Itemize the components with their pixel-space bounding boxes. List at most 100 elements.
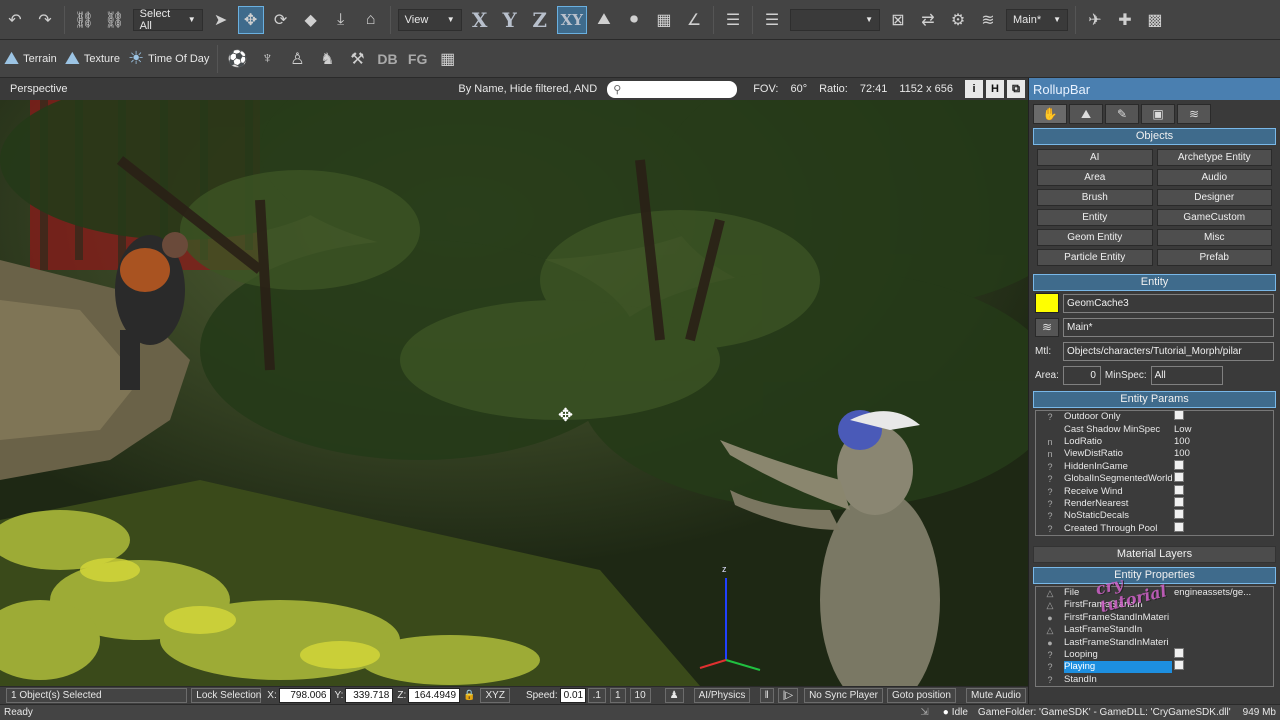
puzzle-icon[interactable]: ✚ <box>1112 6 1138 34</box>
speed-preset-0[interactable]: .1 <box>587 688 606 703</box>
rotate-icon[interactable]: ⟳ <box>268 6 294 34</box>
property-checkbox[interactable] <box>1174 521 1184 532</box>
viewport-search-input[interactable]: ⚲ <box>607 80 738 98</box>
texture-button[interactable]: ⛰ Texture <box>65 48 120 69</box>
terrain-button[interactable]: ⛰ Terrain <box>4 48 57 69</box>
maximize-button[interactable]: ⧉ <box>1007 80 1025 98</box>
property-row[interactable]: ? HiddenInGame <box>1036 459 1273 473</box>
layer-icon[interactable]: ≋ <box>1035 317 1059 337</box>
property-value[interactable] <box>1172 410 1273 424</box>
z-coordinate-input[interactable]: 164.4949 <box>408 688 461 703</box>
helpers-button[interactable]: H <box>986 80 1004 98</box>
grid-view-icon[interactable]: ▩ <box>1142 6 1168 34</box>
ai-person-icon[interactable]: ♙ <box>284 45 310 73</box>
property-row[interactable]: ? GlobalInSegmentedWorld <box>1036 472 1273 485</box>
entity-header[interactable]: Entity <box>1033 274 1276 291</box>
layer-icon[interactable]: ≋ <box>975 6 1001 34</box>
terrain-snap-icon[interactable]: ⛰ <box>591 6 617 34</box>
mute-audio-button[interactable]: Mute Audio <box>965 688 1026 703</box>
perspective-viewport[interactable]: z ✥ <box>0 100 1028 686</box>
entity-color-swatch[interactable] <box>1035 293 1059 313</box>
snap-icon[interactable]: ⌂ <box>358 6 384 34</box>
property-value[interactable]: 100 <box>1172 436 1273 448</box>
tab-layers-icon[interactable]: ≋ <box>1177 104 1211 124</box>
entity-layer-field[interactable]: Main* <box>1063 317 1274 337</box>
property-checkbox[interactable] <box>1174 484 1184 495</box>
entity-name-field[interactable]: GeomCache3 <box>1063 293 1274 313</box>
pause-icon[interactable]: ‖ <box>759 688 774 703</box>
tab-modelling-icon[interactable]: ✎ <box>1105 104 1139 124</box>
tab-display-icon[interactable]: ▣ <box>1141 104 1175 124</box>
vehicle-icon[interactable]: ⚒ <box>344 45 370 73</box>
object-button-audio[interactable]: Audio <box>1156 169 1272 186</box>
object-list-icon[interactable]: ☰ <box>759 6 785 34</box>
object-button-particle-entity[interactable]: Particle Entity <box>1037 249 1153 266</box>
property-value[interactable] <box>1172 660 1273 674</box>
property-row[interactable]: ? NoStaticDecals <box>1036 509 1273 522</box>
property-row[interactable]: ● LastFrameStandInMateri <box>1036 636 1273 648</box>
physics-ball-icon[interactable]: ⚽ <box>224 45 250 73</box>
entity-params-header[interactable]: Entity Params <box>1033 391 1276 408</box>
property-row[interactable]: ? Looping <box>1036 648 1273 661</box>
viewport-mode-label[interactable]: Perspective <box>0 83 67 95</box>
property-checkbox[interactable] <box>1174 496 1184 507</box>
material-layers-header[interactable]: Material Layers <box>1033 545 1276 563</box>
axis-xy-button[interactable]: XY <box>556 5 587 34</box>
character-icon[interactable]: ♆ <box>254 45 280 73</box>
animation-person-icon[interactable]: ♞ <box>314 45 340 73</box>
object-button-gamecustom[interactable]: GameCustom <box>1156 209 1272 226</box>
redo-icon[interactable]: ↷ <box>32 6 58 34</box>
property-row[interactable]: △ LastFrameStandIn <box>1036 624 1273 636</box>
xyz-button[interactable]: XYZ <box>480 688 510 703</box>
step-icon[interactable]: |▷ <box>777 688 799 703</box>
property-checkbox[interactable] <box>1174 660 1184 671</box>
property-row[interactable]: Cast Shadow MinSpec Low <box>1036 423 1273 435</box>
speed-input[interactable]: 0.01 <box>559 688 586 703</box>
property-checkbox[interactable] <box>1174 459 1184 470</box>
view-dropdown[interactable]: View ▼ <box>397 8 462 31</box>
layer-dropdown[interactable]: Main* ▼ <box>1005 8 1068 31</box>
speed-preset-2[interactable]: 10 <box>629 688 651 703</box>
objects-header[interactable]: Objects <box>1033 128 1276 145</box>
undo-icon[interactable]: ↶ <box>2 6 28 34</box>
tab-objects-icon[interactable]: ✋ <box>1033 104 1067 124</box>
object-button-archetype-entity[interactable]: Archetype Entity <box>1156 149 1272 166</box>
property-row[interactable]: ? Playing <box>1036 660 1273 674</box>
layer-filter-dropdown[interactable]: ▼ <box>789 8 880 31</box>
select-arrow-icon[interactable]: ➤ <box>208 6 234 34</box>
db-button[interactable]: DB <box>374 45 400 73</box>
ruler-icon[interactable]: ☰ <box>720 6 746 34</box>
speed-preset-1[interactable]: 1 <box>609 688 626 703</box>
property-row[interactable]: ? Receive Wind <box>1036 484 1273 497</box>
goto-position-button[interactable]: Goto position <box>887 688 956 703</box>
tab-terrain-icon[interactable]: ⛰ <box>1069 104 1103 124</box>
property-row[interactable]: ? Created Through Pool <box>1036 521 1273 535</box>
unlink-icon[interactable]: ⛓ <box>101 6 127 34</box>
property-row[interactable]: n LodRatio 100 <box>1036 436 1273 448</box>
camera-icon[interactable]: ⏺ <box>621 6 647 34</box>
x-coordinate-input[interactable]: 798.006 <box>278 688 331 703</box>
grid-icon[interactable]: ▦ <box>651 6 677 34</box>
minspec-dropdown[interactable]: All <box>1150 365 1223 385</box>
time-of-day-button[interactable]: ☀ Time Of Day <box>128 48 209 69</box>
axis-z-button[interactable]: Z <box>527 6 553 34</box>
property-value[interactable]: Low <box>1172 424 1273 436</box>
scale-icon[interactable]: ◆ <box>298 6 324 34</box>
info-button[interactable]: i <box>965 80 983 98</box>
material-field[interactable]: Objects/characters/Tutorial_Morph/pilar <box>1063 341 1274 361</box>
angle-icon[interactable]: ∠ <box>681 6 707 34</box>
axis-y-button[interactable]: Y <box>497 6 523 34</box>
area-field[interactable]: 0 <box>1062 365 1101 385</box>
deselect-icon[interactable]: ⊠ <box>885 6 911 34</box>
sync-icon[interactable]: ⇄ <box>915 6 941 34</box>
property-row[interactable]: ? StandIn <box>1036 674 1273 686</box>
object-button-designer[interactable]: Designer <box>1156 189 1272 206</box>
modules-icon[interactable]: ▦ <box>435 45 461 73</box>
no-sync-player-button[interactable]: No Sync Player <box>804 688 883 703</box>
object-button-entity[interactable]: Entity <box>1037 209 1153 226</box>
object-button-geom-entity[interactable]: Geom Entity <box>1037 229 1153 246</box>
ai-physics-button[interactable]: AI/Physics <box>693 688 750 703</box>
script-icon[interactable]: ⚙ <box>945 6 971 34</box>
object-button-brush[interactable]: Brush <box>1037 189 1153 206</box>
property-checkbox[interactable] <box>1174 472 1184 483</box>
